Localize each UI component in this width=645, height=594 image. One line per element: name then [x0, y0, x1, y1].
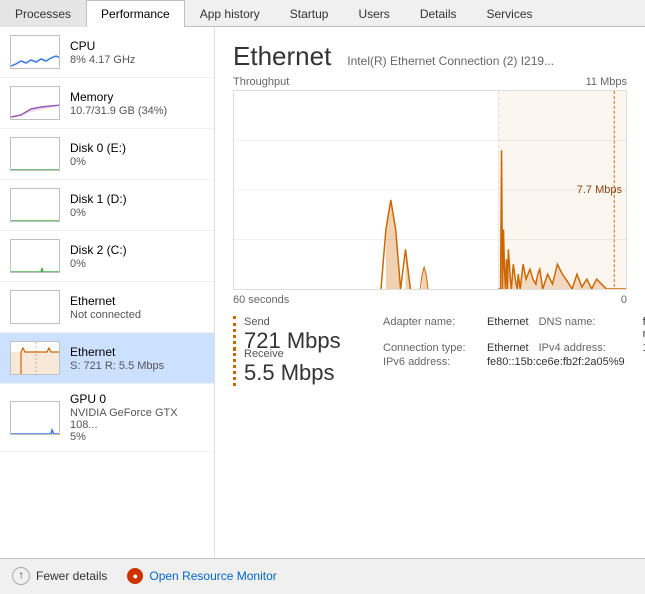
- tab-startup[interactable]: Startup: [275, 0, 344, 27]
- cpu-label: CPU: [70, 39, 204, 53]
- dns-row: DNS name: fios-router.home: [539, 316, 645, 340]
- time-start-label: 60 seconds: [233, 294, 289, 306]
- throughput-bar: Throughput 11 Mbps: [233, 76, 627, 88]
- ethernet-off-label: Ethernet: [70, 294, 204, 308]
- disk0-value: 0%: [70, 156, 204, 168]
- conn-type-row: Connection type: Ethernet: [383, 342, 529, 354]
- adapter-name-val: Ethernet: [487, 316, 529, 340]
- memory-value: 10.7/31.9 GB (34%): [70, 105, 204, 117]
- conn-type-key: Connection type:: [383, 342, 483, 354]
- ethernet-off-mini-graph: [10, 290, 60, 324]
- open-resource-monitor-button[interactable]: ● Open Resource Monitor: [127, 568, 276, 584]
- fewer-details-button[interactable]: ↑ Fewer details: [12, 567, 107, 585]
- tab-users[interactable]: Users: [343, 0, 404, 27]
- disk2-value: 0%: [70, 258, 204, 270]
- resource-monitor-icon: ●: [127, 568, 143, 584]
- disk0-label: Disk 0 (E:): [70, 141, 204, 155]
- adapter-name-row: Adapter name: Ethernet: [383, 316, 529, 340]
- receive-value: 5.5 Mbps: [244, 360, 343, 386]
- info-grid: Adapter name: Ethernet DNS name: fios-ro…: [383, 316, 645, 368]
- ipv6-key: IPv6 address:: [383, 356, 483, 368]
- memory-label: Memory: [70, 90, 204, 104]
- panel-subtitle: Intel(R) Ethernet Connection (2) I219...: [347, 54, 554, 68]
- cpu-mini-graph: [10, 35, 60, 69]
- sidebar-item-cpu[interactable]: CPU 8% 4.17 GHz: [0, 27, 214, 78]
- ipv4-row: IPv4 address: 192.168.1.43: [539, 342, 645, 354]
- send-label: Send: [244, 316, 343, 328]
- chart-value-label: 7.7 Mbps: [577, 184, 622, 196]
- panel-title: Ethernet: [233, 41, 331, 72]
- dns-key: DNS name:: [539, 316, 639, 340]
- disk1-mini-graph: [10, 188, 60, 222]
- bottom-bar: ↑ Fewer details ● Open Resource Monitor: [0, 558, 645, 592]
- sidebar-item-ethernet-off[interactable]: Ethernet Not connected: [0, 282, 214, 333]
- conn-type-val: Ethernet: [487, 342, 529, 354]
- tab-details[interactable]: Details: [405, 0, 472, 27]
- time-end-label: 0: [621, 294, 627, 306]
- adapter-name-key: Adapter name:: [383, 316, 483, 340]
- gpu0-value: NVIDIA GeForce GTX 108...5%: [70, 407, 204, 443]
- disk1-label: Disk 1 (D:): [70, 192, 204, 206]
- ipv6-row: IPv6 address: fe80::15b:ce6e:fb2f:2a05%9: [383, 356, 645, 368]
- open-resource-monitor-label: Open Resource Monitor: [149, 569, 276, 583]
- time-labels: 60 seconds 0: [233, 294, 627, 306]
- tab-performance[interactable]: Performance: [86, 0, 185, 27]
- tab-processes[interactable]: Processes: [0, 0, 86, 27]
- right-panel: Ethernet Intel(R) Ethernet Connection (2…: [215, 27, 645, 558]
- sidebar-item-memory[interactable]: Memory 10.7/31.9 GB (34%): [0, 78, 214, 129]
- disk2-label: Disk 2 (C:): [70, 243, 204, 257]
- ipv4-key: IPv4 address:: [539, 342, 639, 354]
- panel-header: Ethernet Intel(R) Ethernet Connection (2…: [233, 41, 627, 72]
- ethernet-off-value: Not connected: [70, 309, 204, 321]
- gpu0-mini-graph: [10, 401, 60, 435]
- throughput-max: 11 Mbps: [586, 76, 627, 88]
- chevron-up-icon: ↑: [12, 567, 30, 585]
- cpu-value: 8% 4.17 GHz: [70, 54, 204, 66]
- ipv6-val: fe80::15b:ce6e:fb2f:2a05%9: [487, 356, 625, 368]
- main-content: CPU 8% 4.17 GHz Memory 10.7/31.9 GB (34%…: [0, 27, 645, 558]
- disk2-mini-graph: [10, 239, 60, 273]
- sidebar-item-gpu0[interactable]: GPU 0 NVIDIA GeForce GTX 108...5%: [0, 384, 214, 452]
- throughput-label: Throughput: [233, 76, 289, 88]
- ethernet-on-mini-graph: [10, 341, 60, 375]
- ethernet-on-value: S: 721 R: 5.5 Mbps: [70, 360, 204, 372]
- sidebar-item-disk0[interactable]: Disk 0 (E:) 0%: [0, 129, 214, 180]
- ethernet-on-label: Ethernet: [70, 345, 204, 359]
- tab-bar: Processes Performance App history Startu…: [0, 0, 645, 27]
- gpu0-label: GPU 0: [70, 392, 204, 406]
- disk0-mini-graph: [10, 137, 60, 171]
- tab-services[interactable]: Services: [472, 0, 548, 27]
- sidebar-item-disk1[interactable]: Disk 1 (D:) 0%: [0, 180, 214, 231]
- fewer-details-label: Fewer details: [36, 569, 107, 583]
- tab-app-history[interactable]: App history: [185, 0, 275, 27]
- sidebar: CPU 8% 4.17 GHz Memory 10.7/31.9 GB (34%…: [0, 27, 215, 558]
- ethernet-chart: 7.7 Mbps: [233, 90, 627, 290]
- memory-mini-graph: [10, 86, 60, 120]
- sidebar-item-disk2[interactable]: Disk 2 (C:) 0%: [0, 231, 214, 282]
- disk1-value: 0%: [70, 207, 204, 219]
- sidebar-item-ethernet-on[interactable]: Ethernet S: 721 R: 5.5 Mbps: [0, 333, 214, 384]
